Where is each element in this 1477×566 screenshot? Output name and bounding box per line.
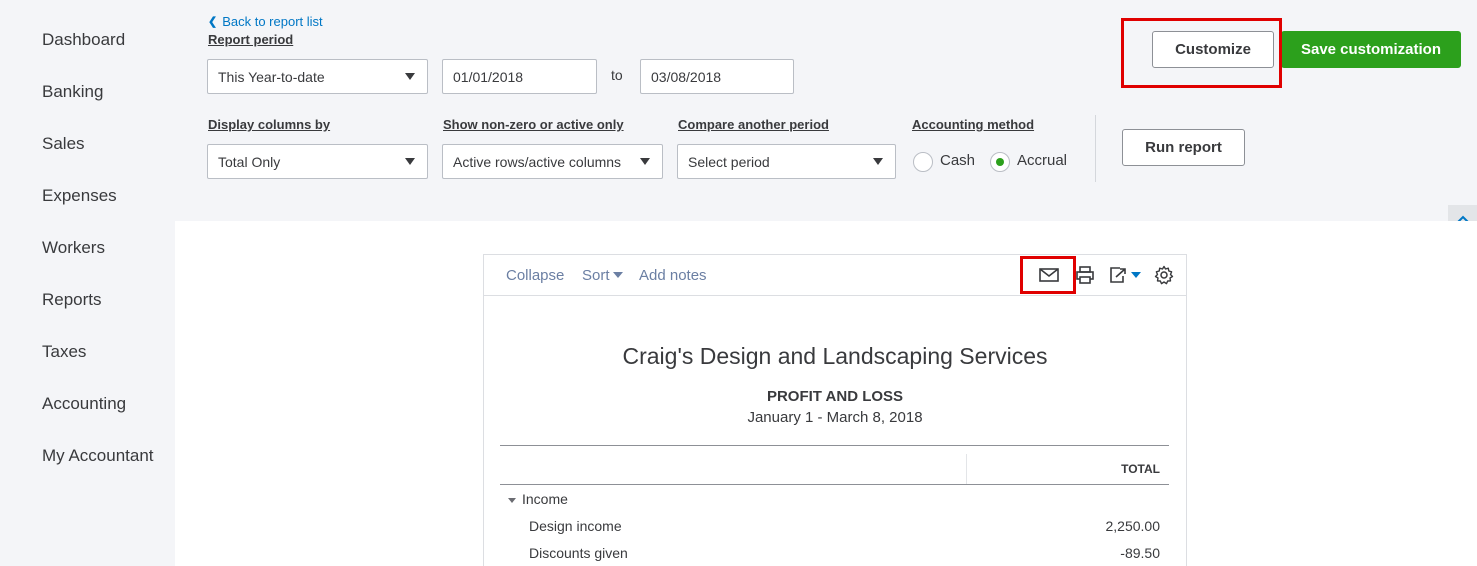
report-period-label: Report period xyxy=(208,32,294,47)
nav-sales[interactable]: Sales xyxy=(42,134,85,154)
cash-radio-label[interactable]: Cash xyxy=(940,152,975,169)
section-income-label: Income xyxy=(522,491,568,507)
date-to-input[interactable]: 03/08/2018 xyxy=(640,59,794,94)
nonzero-label: Show non-zero or active only xyxy=(443,117,624,132)
nav-expenses[interactable]: Expenses xyxy=(42,186,117,206)
run-report-button[interactable]: Run report xyxy=(1122,129,1245,166)
section-income-toggle[interactable]: Income xyxy=(508,491,568,507)
back-to-report-list-link[interactable]: ❮ Back to report list xyxy=(208,14,323,29)
chevron-left-icon: ❮ xyxy=(208,16,218,28)
nav-accounting[interactable]: Accounting xyxy=(42,394,126,414)
save-customization-button[interactable]: Save customization xyxy=(1281,31,1461,68)
nav-taxes[interactable]: Taxes xyxy=(42,342,86,362)
nav-workers[interactable]: Workers xyxy=(42,238,105,258)
back-link-label: Back to report list xyxy=(222,14,323,29)
nav-reports[interactable]: Reports xyxy=(42,290,102,310)
caret-down-icon xyxy=(640,158,650,165)
to-label: to xyxy=(611,67,623,83)
nav-banking[interactable]: Banking xyxy=(42,82,103,102)
report-date-range: January 1 - March 8, 2018 xyxy=(747,409,923,426)
display-columns-label: Display columns by xyxy=(208,117,331,132)
sidebar-nav: Dashboard Banking Sales Expenses Workers… xyxy=(0,0,175,566)
row-value[interactable]: 2,250.00 xyxy=(1106,518,1161,534)
nonzero-select[interactable]: Active rows/active columns xyxy=(442,144,663,179)
report-title: PROFIT AND LOSS xyxy=(766,388,904,405)
nonzero-value: Active rows/active columns xyxy=(453,153,622,170)
company-name: Craig's Design and Landscaping Services xyxy=(622,343,1048,369)
caret-down-icon xyxy=(405,73,415,80)
column-separator xyxy=(966,454,967,485)
compare-period-value: Select period xyxy=(688,153,770,170)
collapse-link[interactable]: Collapse xyxy=(506,267,564,284)
filter-divider xyxy=(1095,115,1096,182)
add-notes-link[interactable]: Add notes xyxy=(639,267,707,284)
accounting-method-label: Accounting method xyxy=(912,117,1035,132)
accrual-radio-label[interactable]: Accrual xyxy=(1017,152,1067,169)
report-period-value: This Year-to-date xyxy=(218,68,325,85)
nav-my-accountant[interactable]: My Accountant xyxy=(42,446,154,466)
row-label[interactable]: Discounts given xyxy=(529,545,628,561)
row-value[interactable]: -89.50 xyxy=(1120,545,1160,561)
report-header-top-rule xyxy=(500,445,1169,446)
email-icon[interactable] xyxy=(1038,264,1060,286)
sort-dropdown[interactable]: Sort xyxy=(582,267,623,284)
caret-down-icon xyxy=(612,272,623,278)
cash-radio[interactable] xyxy=(913,152,933,172)
caret-down-icon xyxy=(405,158,415,165)
report-header-bottom-rule xyxy=(500,484,1169,485)
caret-down-icon xyxy=(873,158,883,165)
caret-down-icon xyxy=(1131,271,1141,278)
display-columns-select[interactable]: Total Only xyxy=(207,144,428,179)
row-label[interactable]: Design income xyxy=(529,518,622,534)
report-period-select[interactable]: This Year-to-date xyxy=(207,59,428,94)
customize-button[interactable]: Customize xyxy=(1152,31,1274,68)
date-from-input[interactable]: 01/01/2018 xyxy=(442,59,597,94)
compare-period-select[interactable]: Select period xyxy=(677,144,896,179)
display-columns-value: Total Only xyxy=(218,153,281,170)
report-toolbar: Collapse Sort Add notes xyxy=(484,255,1186,296)
sort-label: Sort xyxy=(582,267,610,284)
triangle-down-icon xyxy=(508,497,516,503)
accrual-radio[interactable] xyxy=(990,152,1010,172)
gear-icon[interactable] xyxy=(1153,264,1175,286)
export-icon[interactable] xyxy=(1108,264,1144,286)
report-panel: Collapse Sort Add notes Craig's Design a… xyxy=(483,254,1187,566)
column-header-total: TOTAL xyxy=(1121,462,1160,476)
nav-dashboard[interactable]: Dashboard xyxy=(42,30,125,50)
print-icon[interactable] xyxy=(1074,264,1096,286)
compare-period-label: Compare another period xyxy=(678,117,829,132)
